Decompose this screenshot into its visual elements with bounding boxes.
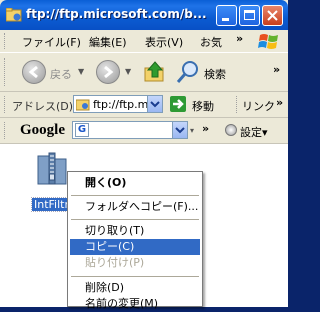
chevron-down-icon — [150, 101, 160, 108]
toolbar-grip[interactable] — [4, 58, 8, 86]
title-bar[interactable]: ftp://ftp.microsoft.com/b... — [0, 0, 288, 30]
forward-dropdown-icon[interactable]: ▼ — [125, 67, 131, 76]
menu-separator — [71, 219, 199, 220]
minimize-button[interactable] — [216, 5, 237, 26]
settings-label[interactable]: 設定▾ — [240, 124, 268, 140]
address-bar: アドレス(D) ftp://ftp.m 移動 リンク » — [0, 92, 288, 118]
menu-separator — [71, 276, 199, 277]
zip-file-icon[interactable] — [36, 152, 68, 186]
menu-edit[interactable]: 編集(E) — [89, 34, 127, 50]
context-menu: 開く(O) フォルダへコピー(F)... 切り取り(T) コピー(C) 貼り付け… — [67, 171, 203, 310]
menu-separator — [71, 195, 199, 196]
links-chevron-icon[interactable]: » — [276, 96, 283, 109]
ftp-folder-icon — [76, 99, 90, 111]
windows-logo-icon — [258, 34, 278, 49]
google-toolbar: Google G ▾ » 設定▾ — [0, 118, 288, 144]
back-dropdown-icon[interactable]: ▼ — [78, 67, 84, 76]
back-button[interactable] — [22, 60, 46, 84]
google-chevron-icon[interactable]: » — [202, 122, 209, 135]
close-button[interactable] — [262, 5, 283, 26]
links-grip[interactable] — [236, 96, 240, 113]
go-label[interactable]: 移動 — [192, 98, 214, 114]
menu-item-copy[interactable]: コピー(C) — [70, 239, 200, 255]
back-label[interactable]: 戻る — [50, 66, 72, 82]
window-title: ftp://ftp.microsoft.com/b... — [26, 7, 207, 21]
chevron-down-icon — [175, 127, 185, 134]
menu-item-copy-to-folder[interactable]: フォルダへコピー(F)... — [70, 199, 200, 215]
addressbar-grip[interactable] — [4, 96, 8, 113]
standard-toolbar: 戻る ▼ ▼ 検索 » — [0, 53, 288, 92]
toolbar-chevron-icon[interactable]: » — [273, 63, 280, 76]
maximize-icon — [244, 10, 255, 20]
google-search-engine-button[interactable]: G — [75, 123, 89, 137]
file-name-label[interactable]: IntFiltr — [30, 197, 73, 212]
go-arrow-icon — [173, 99, 184, 109]
google-search-arrow-icon[interactable]: ▾ — [190, 126, 194, 135]
google-search-input[interactable]: G — [72, 121, 188, 139]
menu-item-paste[interactable]: 貼り付け(P) — [70, 255, 200, 271]
menu-favorites[interactable]: お気 — [200, 34, 222, 50]
go-button[interactable] — [170, 96, 186, 112]
minimize-icon — [222, 18, 229, 21]
maximize-button[interactable] — [239, 5, 260, 26]
forward-button[interactable] — [96, 60, 120, 84]
settings-icon[interactable] — [225, 124, 237, 136]
menu-bar: ファイル(F) 編集(E) 表示(V) お気 » — [0, 30, 288, 53]
address-label: アドレス(D) — [12, 100, 74, 113]
back-arrow-icon — [28, 65, 38, 79]
address-dropdown-button[interactable] — [147, 96, 162, 112]
forward-arrow-icon — [104, 65, 114, 79]
google-logo[interactable]: Google — [20, 122, 65, 139]
menubar-grip[interactable] — [4, 33, 8, 49]
menubar-chevron-icon[interactable]: » — [236, 32, 243, 45]
googlebar-grip[interactable] — [4, 122, 8, 139]
close-icon — [267, 10, 278, 21]
explorer-window: ftp://ftp.microsoft.com/b... ファイル(F) 編集(… — [0, 0, 288, 310]
menu-item-open[interactable]: 開く(O) — [70, 175, 200, 191]
google-search-dropdown[interactable] — [172, 122, 187, 138]
menu-item-cut[interactable]: 切り取り(T) — [70, 223, 200, 239]
menu-item-delete[interactable]: 削除(D) — [70, 280, 200, 296]
menu-view[interactable]: 表示(V) — [145, 34, 183, 50]
ftp-folder-icon — [6, 8, 22, 22]
links-label[interactable]: リンク — [242, 98, 275, 114]
address-value: ftp://ftp.m — [93, 98, 149, 111]
address-input[interactable]: ftp://ftp.m — [73, 95, 163, 113]
menu-item-rename[interactable]: 名前の変更(M) — [70, 296, 200, 312]
up-folder-icon[interactable] — [143, 60, 167, 84]
search-label[interactable]: 検索 — [204, 66, 226, 82]
search-icon[interactable] — [176, 60, 200, 84]
menu-file[interactable]: ファイル(F) — [22, 34, 81, 50]
